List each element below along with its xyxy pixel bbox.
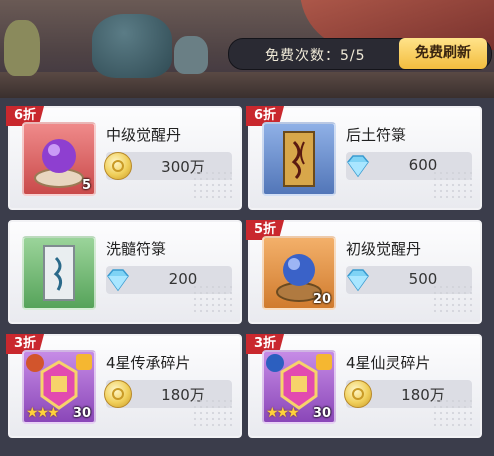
item-count: 30	[72, 406, 91, 421]
diamond-icon	[347, 269, 369, 292]
item-icon-box: ★★★ 30	[22, 350, 96, 424]
item-name: 后土符箓	[346, 126, 407, 144]
cup-icon	[174, 36, 208, 74]
gold-coin-icon	[104, 380, 132, 408]
puzzle-piece-icon	[316, 354, 332, 370]
gold-coin-icon	[344, 380, 372, 408]
item-icon-box: 20	[262, 236, 336, 310]
free-count-label: 免费次数：5/5	[265, 48, 366, 64]
item-name: 洗髓符箓	[106, 240, 167, 258]
item-icon-box	[22, 236, 96, 310]
dot-pattern	[192, 398, 232, 428]
star-rating: ★★★	[266, 405, 300, 421]
gold-coin-icon	[104, 152, 132, 180]
item-icon-box: ★★★ 30	[262, 350, 336, 424]
shop-backdrop: 免费次数：5/5 免费刷新	[0, 0, 494, 98]
dot-pattern	[192, 284, 232, 314]
shop-item-card[interactable]: 3折 ★★★ 30 4星传承碎片 180万	[6, 334, 242, 438]
item-name: 4星传承碎片	[106, 354, 191, 372]
item-name: 初级觉醒丹	[346, 240, 422, 258]
shop-item-card[interactable]: 5折 20 初级觉醒丹 500	[246, 220, 482, 324]
item-count: 30	[312, 406, 331, 421]
shop-item-card[interactable]: 3折 ★★★ 30 4星仙灵碎片 180万	[246, 334, 482, 438]
scroll-icon	[43, 245, 75, 301]
puzzle-piece-icon	[76, 354, 92, 370]
item-name: 4星仙灵碎片	[346, 354, 431, 372]
item-name: 中级觉醒丹	[106, 126, 182, 144]
free-refresh-bar: 免费次数：5/5 免费刷新	[228, 38, 492, 70]
item-count: 20	[312, 292, 331, 307]
dot-pattern	[192, 170, 232, 200]
shop-item-card[interactable]: 6折 后土符箓 600	[246, 106, 482, 210]
shelf	[0, 72, 494, 98]
dot-pattern	[432, 398, 472, 428]
shop-item-card[interactable]: 6折 5 中级觉醒丹 300万	[6, 106, 242, 210]
water-element-icon	[266, 354, 284, 372]
shop-grid: 6折 5 中级觉醒丹 300万 6折 后土符箓 600 洗髓符箓 200 5折 …	[0, 98, 494, 456]
diamond-icon	[347, 155, 369, 178]
diamond-icon	[107, 269, 129, 292]
star-rating: ★★★	[26, 405, 60, 421]
item-icon-box: 5	[22, 122, 96, 196]
dot-pattern	[432, 170, 472, 200]
item-count: 5	[81, 178, 91, 193]
shop-item-card[interactable]: 洗髓符箓 200	[8, 220, 242, 324]
fire-element-icon	[26, 354, 44, 372]
item-icon-box	[262, 122, 336, 196]
vase-icon	[4, 20, 40, 76]
free-refresh-button[interactable]: 免费刷新	[399, 38, 487, 69]
teapot-icon	[92, 14, 172, 78]
talisman-icon	[283, 131, 315, 187]
dot-pattern	[432, 284, 472, 314]
